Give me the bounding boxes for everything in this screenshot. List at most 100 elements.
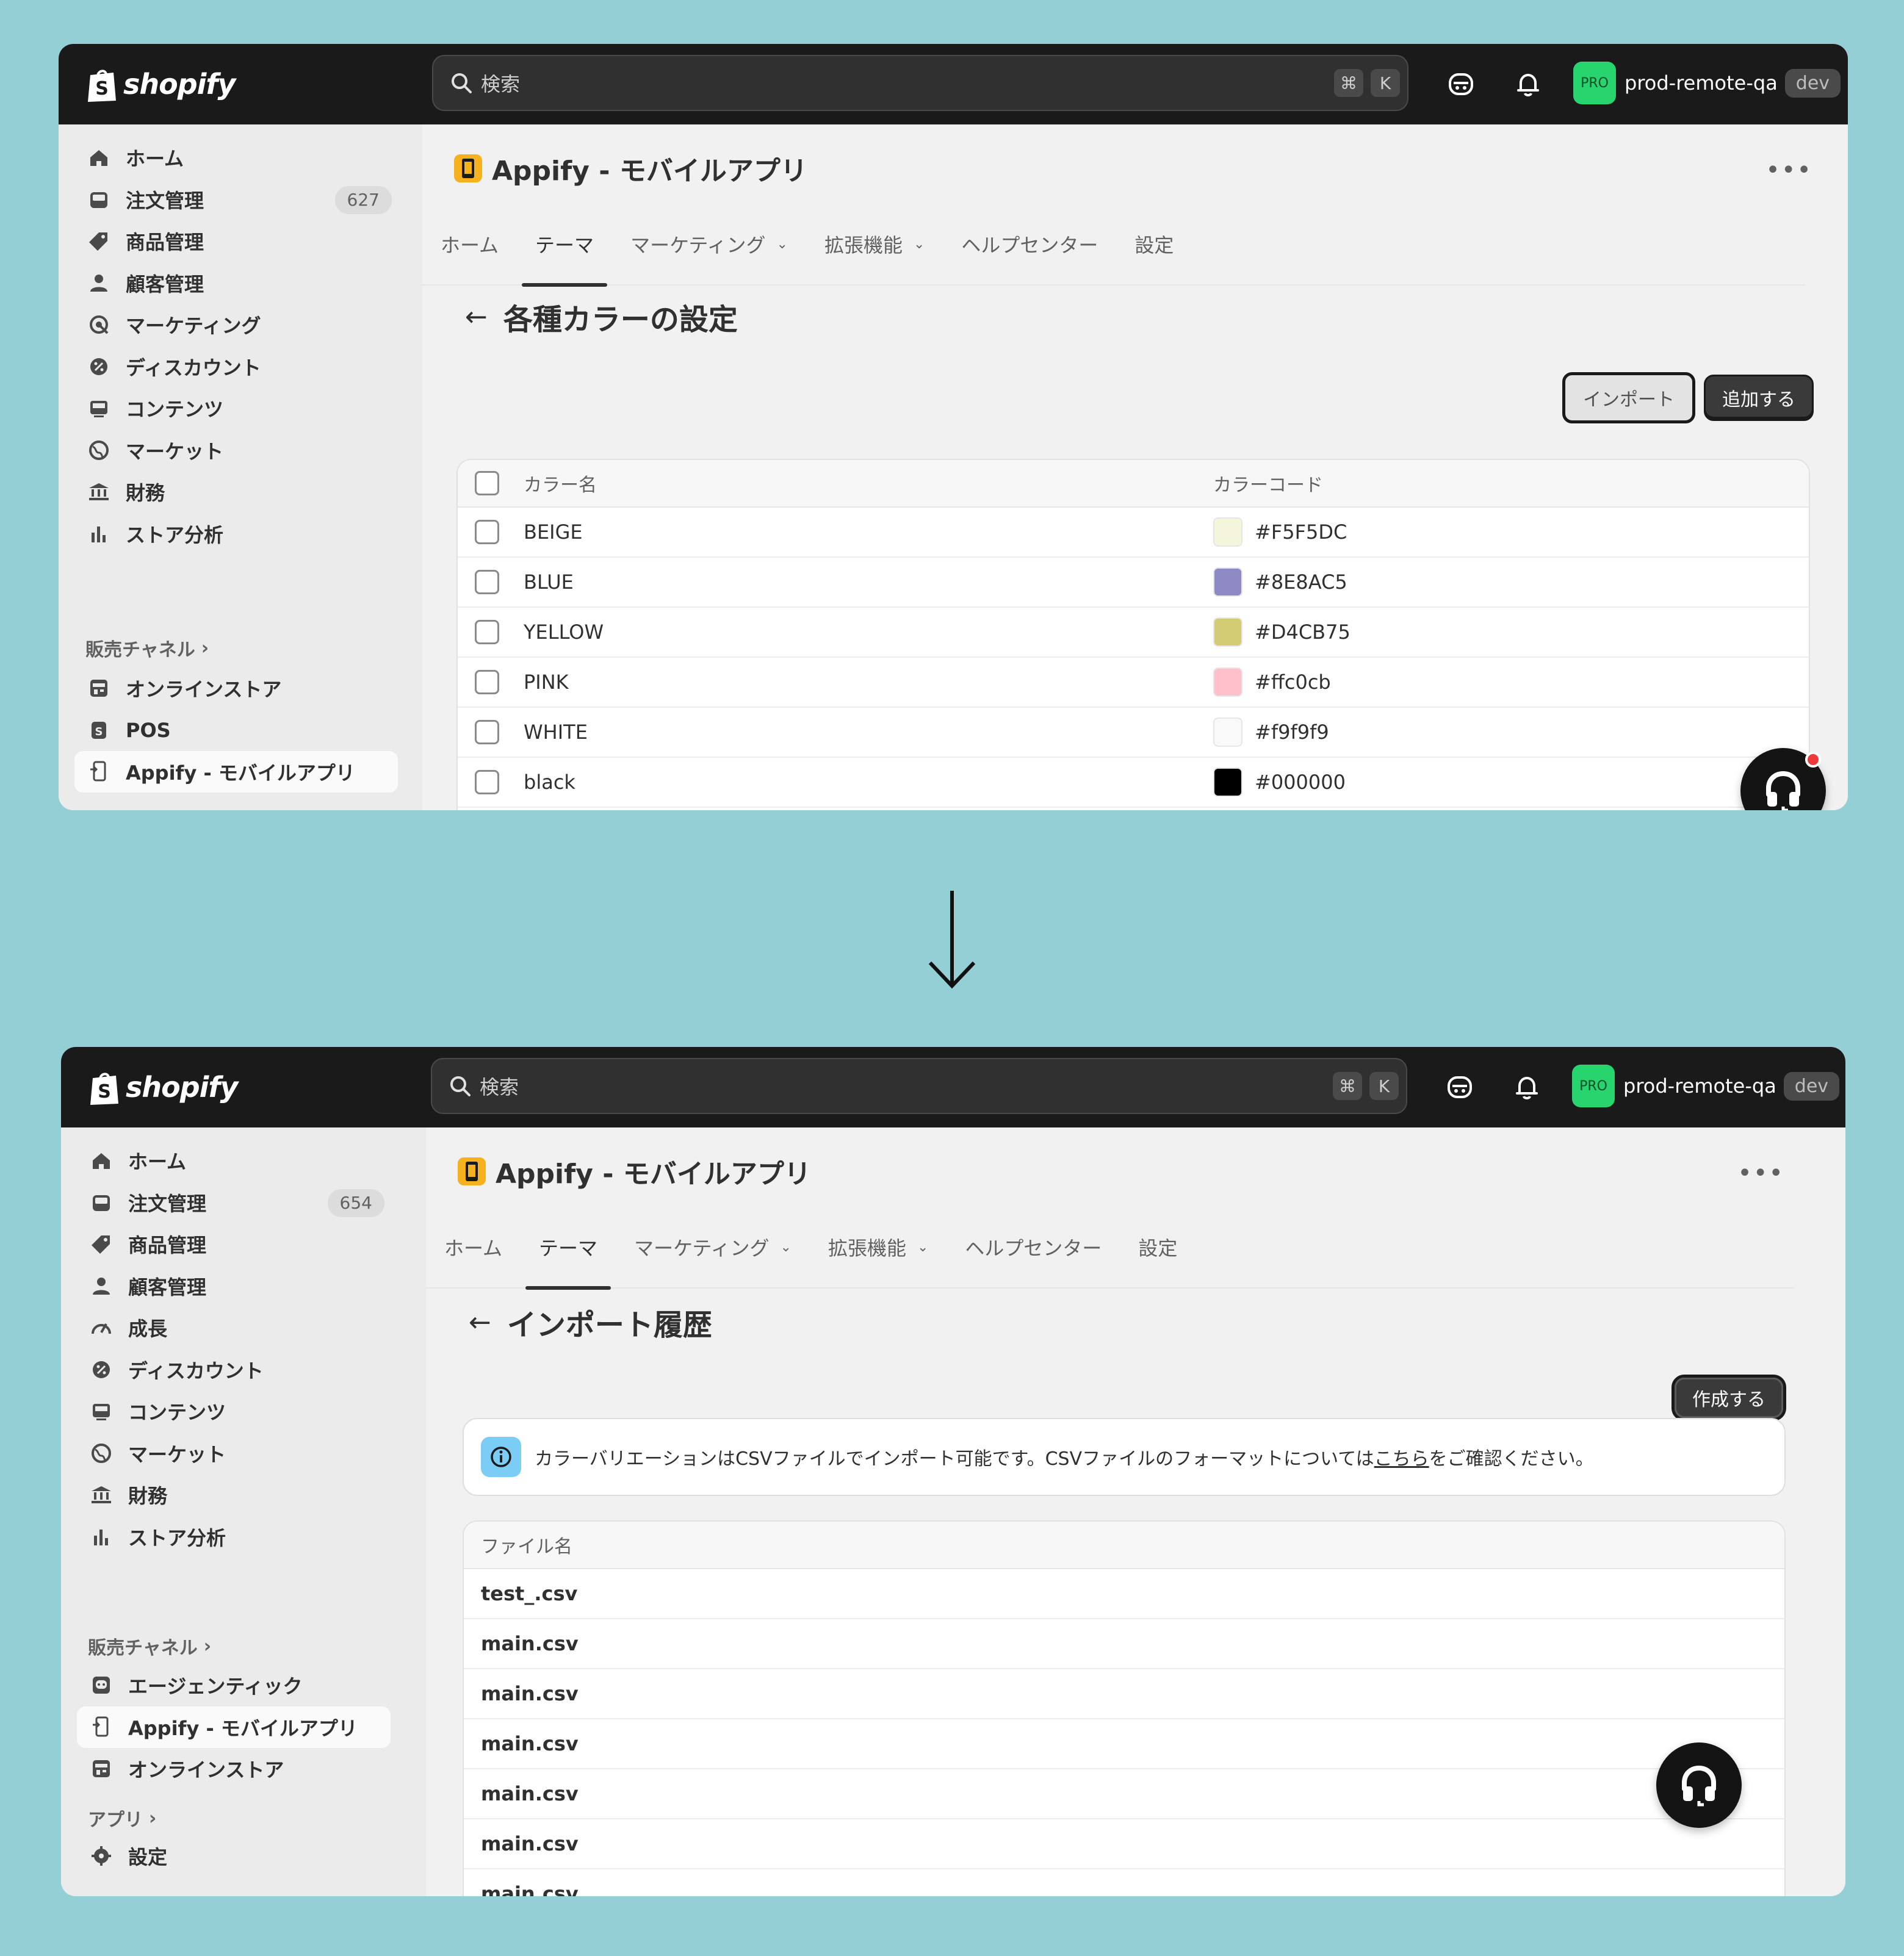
app-tab-1[interactable]: テーマ — [521, 1206, 616, 1290]
globe-icon — [89, 440, 109, 460]
row-checkbox[interactable] — [475, 670, 499, 694]
row-checkbox[interactable] — [475, 720, 499, 744]
app-tab-5[interactable]: 設定 — [1120, 1206, 1195, 1289]
sidebar-item-5[interactable]: ディスカウント — [77, 1349, 391, 1390]
app-tab-2[interactable]: マーケティング ⌄ — [616, 1206, 810, 1289]
sidebar-item-7[interactable]: マーケット — [74, 430, 398, 471]
color-code: #000000 — [1255, 771, 1346, 794]
table-row[interactable]: PINK #ffc0cb — [458, 658, 1809, 708]
shortcut-cmd-key: ⌘ — [1334, 69, 1363, 97]
sidebar-channel-0[interactable]: オンラインストア — [74, 667, 398, 709]
sidebar-item-6[interactable]: コンテンツ — [74, 387, 398, 429]
app-tab-4[interactable]: ヘルプセンター — [947, 1206, 1120, 1289]
pos-icon: S — [92, 721, 106, 739]
app-header: Appify - モバイルアプリ — [453, 149, 807, 188]
file-name: main.csv — [481, 1882, 579, 1896]
table-row[interactable]: main.csv — [464, 1719, 1784, 1769]
sidebar-item-2[interactable]: 商品管理 — [77, 1223, 391, 1265]
bell-icon[interactable] — [1512, 1073, 1542, 1102]
inbox-icon — [90, 192, 107, 208]
sidebar-channel-2[interactable]: オンラインストア — [77, 1748, 391, 1789]
search-placeholder: 検索 — [480, 1076, 519, 1099]
sidebar-item-label: コンテンツ — [128, 1401, 226, 1424]
sales-channels-heading[interactable]: 販売チャネル › — [85, 635, 209, 661]
sidebar-item-6[interactable]: コンテンツ — [77, 1390, 391, 1432]
store-switcher[interactable]: PRO prod-remote-qa dev — [1573, 61, 1841, 105]
top-bar: S shopify 検索 ⌘ K PRO prod-remote-qa dev — [61, 1047, 1845, 1127]
table-row[interactable]: black #000000 — [458, 758, 1809, 808]
search-bar[interactable]: 検索 ⌘ K — [432, 55, 1408, 111]
sidebar-item-0[interactable]: ホーム — [74, 137, 398, 178]
tab-label: 設定 — [1138, 1237, 1178, 1260]
store-switcher[interactable]: PRO prod-remote-qa dev — [1572, 1064, 1840, 1108]
chevron-right-icon: › — [203, 1635, 212, 1657]
sidebar-item-8[interactable]: 財務 — [77, 1474, 391, 1516]
sidebar-item-8[interactable]: 財務 — [74, 471, 398, 512]
sidebar-channel-0[interactable]: エージェンティック — [77, 1664, 391, 1706]
app-tab-0[interactable]: ホーム — [426, 1206, 521, 1289]
sidebar-item-4[interactable]: マーケティング — [74, 304, 398, 345]
app-tab-0[interactable]: ホーム — [422, 203, 517, 286]
back-arrow-icon[interactable]: ← — [465, 301, 488, 333]
sidebar-item-4[interactable]: 成長 — [77, 1307, 391, 1348]
app-tab-3[interactable]: 拡張機能 ⌄ — [810, 1206, 947, 1289]
app-tab-4[interactable]: ヘルプセンター — [943, 203, 1116, 286]
import-button[interactable]: インポート — [1562, 372, 1695, 423]
table-row[interactable]: main.csv — [464, 1869, 1784, 1896]
sidebar: ホーム 注文管理 654 商品管理 顧客管理 成長 ディスカウントコンテンツマーケット 財務ス… — [61, 1127, 426, 1896]
color-swatch — [1213, 768, 1242, 797]
table-row[interactable]: SAX#a1d8e6 — [458, 808, 1809, 810]
sidebar-channel-1[interactable]: Appify - モバイルアプリ — [77, 1706, 391, 1748]
row-checkbox[interactable] — [475, 770, 499, 794]
search-bar[interactable]: 検索 ⌘ K — [431, 1058, 1407, 1114]
apps-heading[interactable]: アプリ › — [88, 1805, 156, 1832]
table-row[interactable]: test_.csv — [464, 1569, 1784, 1619]
format-help-link[interactable]: こちら — [1374, 1448, 1429, 1470]
target-icon — [90, 315, 109, 334]
bell-icon[interactable] — [1513, 70, 1543, 99]
sidebar-item-0[interactable]: ホーム — [77, 1140, 391, 1181]
sidekick-icon[interactable] — [1446, 70, 1476, 99]
app-tab-5[interactable]: 設定 — [1116, 203, 1192, 286]
create-button[interactable]: 作成する — [1671, 1375, 1786, 1421]
select-all-checkbox[interactable] — [475, 471, 499, 495]
shopify-logo[interactable]: S shopify — [88, 1065, 238, 1109]
table-row[interactable]: main.csv — [464, 1669, 1784, 1719]
table-row[interactable]: BLUE #8E8AC5 — [458, 558, 1809, 608]
table-row[interactable]: main.csv — [464, 1769, 1784, 1819]
app-tab-1[interactable]: テーマ — [517, 203, 612, 287]
sidebar-item-5[interactable]: ディスカウント — [74, 346, 398, 387]
row-checkbox[interactable] — [475, 570, 499, 594]
more-actions-icon[interactable]: ••• — [1765, 156, 1812, 184]
sidebar-item-settings[interactable]: 設定 — [77, 1835, 391, 1877]
sidebar-item-7[interactable]: マーケット — [77, 1433, 391, 1474]
row-checkbox[interactable] — [475, 520, 499, 544]
sidebar-item-9[interactable]: ストア分析 — [74, 513, 398, 555]
row-checkbox[interactable] — [475, 620, 499, 644]
sidekick-icon[interactable] — [1445, 1073, 1474, 1102]
table-row[interactable]: YELLOW #D4CB75 — [458, 608, 1809, 658]
sidebar-channel-2[interactable]: Appify - モバイルアプリ — [74, 751, 398, 793]
color-code: #ffc0cb — [1255, 671, 1331, 694]
sidebar-channel-1[interactable]: S POS — [74, 710, 398, 751]
app-tab-2[interactable]: マーケティング ⌄ — [612, 203, 806, 286]
back-arrow-icon[interactable]: ← — [469, 1307, 491, 1338]
table-row[interactable]: main.csv — [464, 1819, 1784, 1869]
file-name: main.csv — [481, 1632, 579, 1655]
sidebar-item-9[interactable]: ストア分析 — [77, 1516, 391, 1558]
table-row[interactable]: main.csv — [464, 1619, 1784, 1669]
add-button[interactable]: 追加する — [1704, 375, 1814, 421]
more-actions-icon[interactable]: ••• — [1737, 1159, 1784, 1187]
shopify-logo[interactable]: S shopify — [85, 62, 236, 106]
sales-channels-heading[interactable]: 販売チャネル › — [88, 1633, 211, 1659]
table-row[interactable]: BEIGE #F5F5DC — [458, 508, 1809, 558]
sidebar-item-3[interactable]: 顧客管理 — [77, 1265, 391, 1307]
sidebar-item-1[interactable]: 注文管理 654 — [77, 1182, 391, 1223]
sidebar-item-1[interactable]: 注文管理 627 — [74, 179, 398, 220]
support-chat-button[interactable] — [1656, 1742, 1742, 1828]
sidebar-item-3[interactable]: 顧客管理 — [74, 262, 398, 304]
sidebar-item-2[interactable]: 商品管理 — [74, 220, 398, 262]
discount-icon — [93, 1361, 110, 1378]
app-tab-3[interactable]: 拡張機能 ⌄ — [806, 203, 943, 286]
table-row[interactable]: WHITE #f9f9f9 — [458, 708, 1809, 758]
